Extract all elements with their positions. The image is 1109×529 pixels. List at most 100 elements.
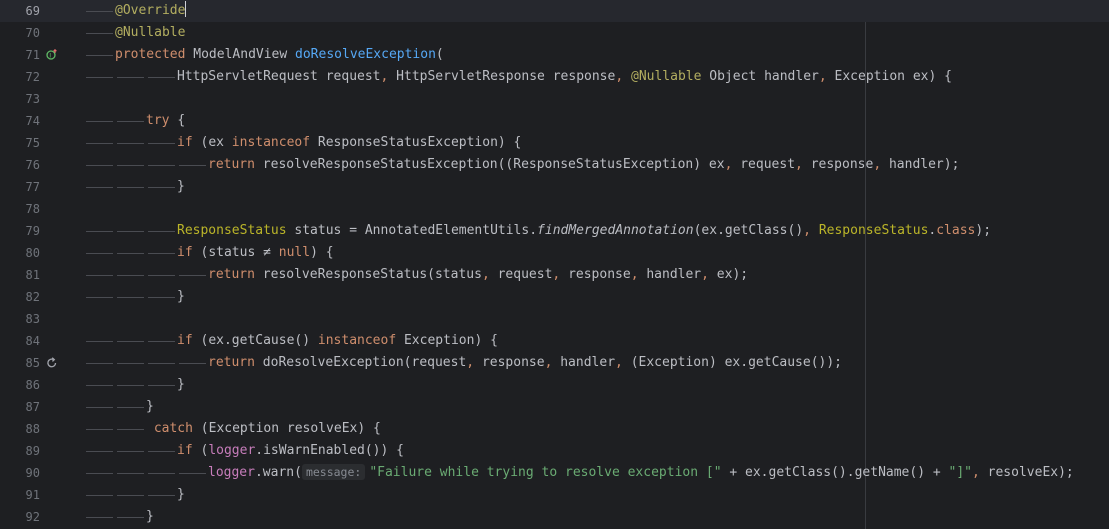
code-token: return — [208, 267, 263, 282]
code-text[interactable]: return resolveResponseStatus(status, req… — [208, 264, 748, 286]
line-number[interactable]: 90 — [0, 462, 40, 484]
code-text[interactable]: protected ModelAndView doResolveExceptio… — [115, 44, 444, 66]
code-text[interactable]: if (ex.getCause() instanceof Exception) … — [177, 330, 498, 352]
code-line[interactable]: 77} — [0, 176, 1109, 198]
line-number[interactable]: 88 — [0, 418, 40, 440]
code-token: } — [146, 509, 154, 524]
code-text[interactable]: } — [177, 484, 185, 506]
code-line[interactable]: 70 @Nullable — [0, 22, 1109, 44]
code-token: , — [552, 267, 569, 282]
line-number[interactable]: 79 — [0, 220, 40, 242]
code-line[interactable]: 87} — [0, 396, 1109, 418]
code-text[interactable]: logger.warn(message: "Failure while tryin… — [208, 462, 1074, 484]
code-text[interactable]: return doResolveException(request, respo… — [208, 352, 842, 374]
code-text[interactable]: if (status ≠ null) { — [177, 242, 334, 264]
code-line[interactable]: 82} — [0, 286, 1109, 308]
line-number[interactable]: 91 — [0, 484, 40, 506]
code-token: } — [146, 399, 154, 414]
code-line[interactable]: 83 — [0, 308, 1109, 330]
code-text[interactable]: } — [146, 506, 154, 528]
code-line[interactable]: 88 catch (Exception resolveEx) { — [0, 418, 1109, 440]
code-token: .isWarnEnabled()) { — [255, 443, 404, 458]
code-line[interactable]: 92} — [0, 506, 1109, 528]
line-number[interactable]: 78 — [0, 198, 40, 220]
code-line[interactable]: 90 logger.warn(message: "Failure while try… — [0, 462, 1109, 484]
code-token: , — [701, 267, 717, 282]
code-line[interactable]: 89 if (logger.isWarnEnabled()) { — [0, 440, 1109, 462]
code-line[interactable]: 84 if (ex.getCause() instanceof Exception… — [0, 330, 1109, 352]
code-line[interactable]: 81 return resolveResponseStatus(status, r… — [0, 264, 1109, 286]
line-number[interactable]: 72 — [0, 66, 40, 88]
line-number[interactable]: 74 — [0, 110, 40, 132]
code-token: catch — [146, 421, 201, 436]
code-token: ); — [975, 223, 992, 238]
text-cursor — [185, 1, 187, 17]
code-token: (Exception) ex.getCause()); — [630, 355, 843, 370]
code-line[interactable]: 69 @Override — [0, 0, 1109, 22]
line-number[interactable]: 75 — [0, 132, 40, 154]
code-token: class — [936, 223, 976, 238]
line-number[interactable]: 87 — [0, 396, 40, 418]
override-up-icon[interactable]: I — [46, 48, 58, 61]
code-text[interactable]: return resolveResponseStatusException((R… — [208, 154, 959, 176]
code-text[interactable]: } — [146, 396, 154, 418]
recursive-call-icon[interactable] — [46, 357, 58, 369]
line-number[interactable]: 76 — [0, 154, 40, 176]
line-number[interactable]: 92 — [0, 506, 40, 528]
line-number[interactable]: 71 — [0, 44, 40, 66]
code-line[interactable]: 78 — [0, 198, 1109, 220]
line-number[interactable]: 83 — [0, 308, 40, 330]
code-token: "Failure while trying to resolve excepti… — [369, 465, 722, 480]
code-token: logger — [208, 465, 255, 480]
line-number[interactable]: 69 — [0, 0, 40, 22]
code-token: request — [325, 69, 381, 84]
code-line[interactable]: 80 if (status ≠ null) { — [0, 242, 1109, 264]
code-token: response — [552, 69, 616, 84]
code-token: instanceof — [231, 135, 318, 150]
code-text[interactable]: @Override — [115, 0, 187, 22]
code-text[interactable]: HttpServletRequest request, HttpServletR… — [177, 66, 952, 88]
code-token: request — [740, 157, 796, 172]
code-line[interactable]: 91} — [0, 484, 1109, 506]
code-text[interactable]: if (logger.isWarnEnabled()) { — [177, 440, 404, 462]
code-text[interactable]: } — [177, 286, 185, 308]
code-text[interactable]: } — [177, 176, 185, 198]
line-number[interactable]: 89 — [0, 440, 40, 462]
code-text[interactable]: if (ex instanceof ResponseStatusExceptio… — [177, 132, 521, 154]
line-number[interactable]: 82 — [0, 286, 40, 308]
line-number[interactable]: 86 — [0, 374, 40, 396]
code-line[interactable]: 71 Iprotected ModelAndView doResolveExcep… — [0, 44, 1109, 66]
code-token: if — [177, 245, 201, 260]
code-text[interactable]: catch (Exception resolveEx) { — [146, 418, 381, 440]
code-line[interactable]: 75 if (ex instanceof ResponseStatusExcept… — [0, 132, 1109, 154]
code-token: resolveResponseStatus(status — [262, 267, 482, 282]
code-token: , — [795, 157, 811, 172]
code-text[interactable]: @Nullable — [115, 22, 185, 44]
line-number[interactable]: 80 — [0, 242, 40, 264]
code-token: "]" — [948, 465, 972, 480]
code-line[interactable]: 72 HttpServletRequest request, HttpServle… — [0, 66, 1109, 88]
line-number[interactable]: 81 — [0, 264, 40, 286]
code-token: return — [208, 355, 263, 370]
code-line[interactable]: 76 return resolveResponseStatusException(… — [0, 154, 1109, 176]
code-token: doResolveException(request — [262, 355, 467, 370]
code-token: null — [278, 245, 311, 260]
code-token: Exception — [403, 333, 475, 348]
code-text[interactable]: } — [177, 374, 185, 396]
line-number[interactable]: 70 — [0, 22, 40, 44]
code-token: ( — [200, 421, 209, 436]
code-token: , — [873, 157, 889, 172]
code-line[interactable]: 86} — [0, 374, 1109, 396]
code-line[interactable]: 74 try { — [0, 110, 1109, 132]
line-number[interactable]: 84 — [0, 330, 40, 352]
code-line[interactable]: 85 return doResolveException(request, res… — [0, 352, 1109, 374]
code-editor[interactable]: 69 @Override 70 @Nullable 71 Iprotected Model… — [0, 0, 1109, 529]
line-number[interactable]: 73 — [0, 88, 40, 110]
code-line[interactable]: 73 — [0, 88, 1109, 110]
code-token: ( — [435, 47, 444, 62]
code-text[interactable]: try { — [146, 110, 185, 132]
line-number[interactable]: 77 — [0, 176, 40, 198]
line-number[interactable]: 85 — [0, 352, 40, 374]
code-text[interactable]: ResponseStatus status = AnnotatedElement… — [177, 220, 991, 242]
code-line[interactable]: 79 ResponseStatus status = AnnotatedEleme… — [0, 220, 1109, 242]
